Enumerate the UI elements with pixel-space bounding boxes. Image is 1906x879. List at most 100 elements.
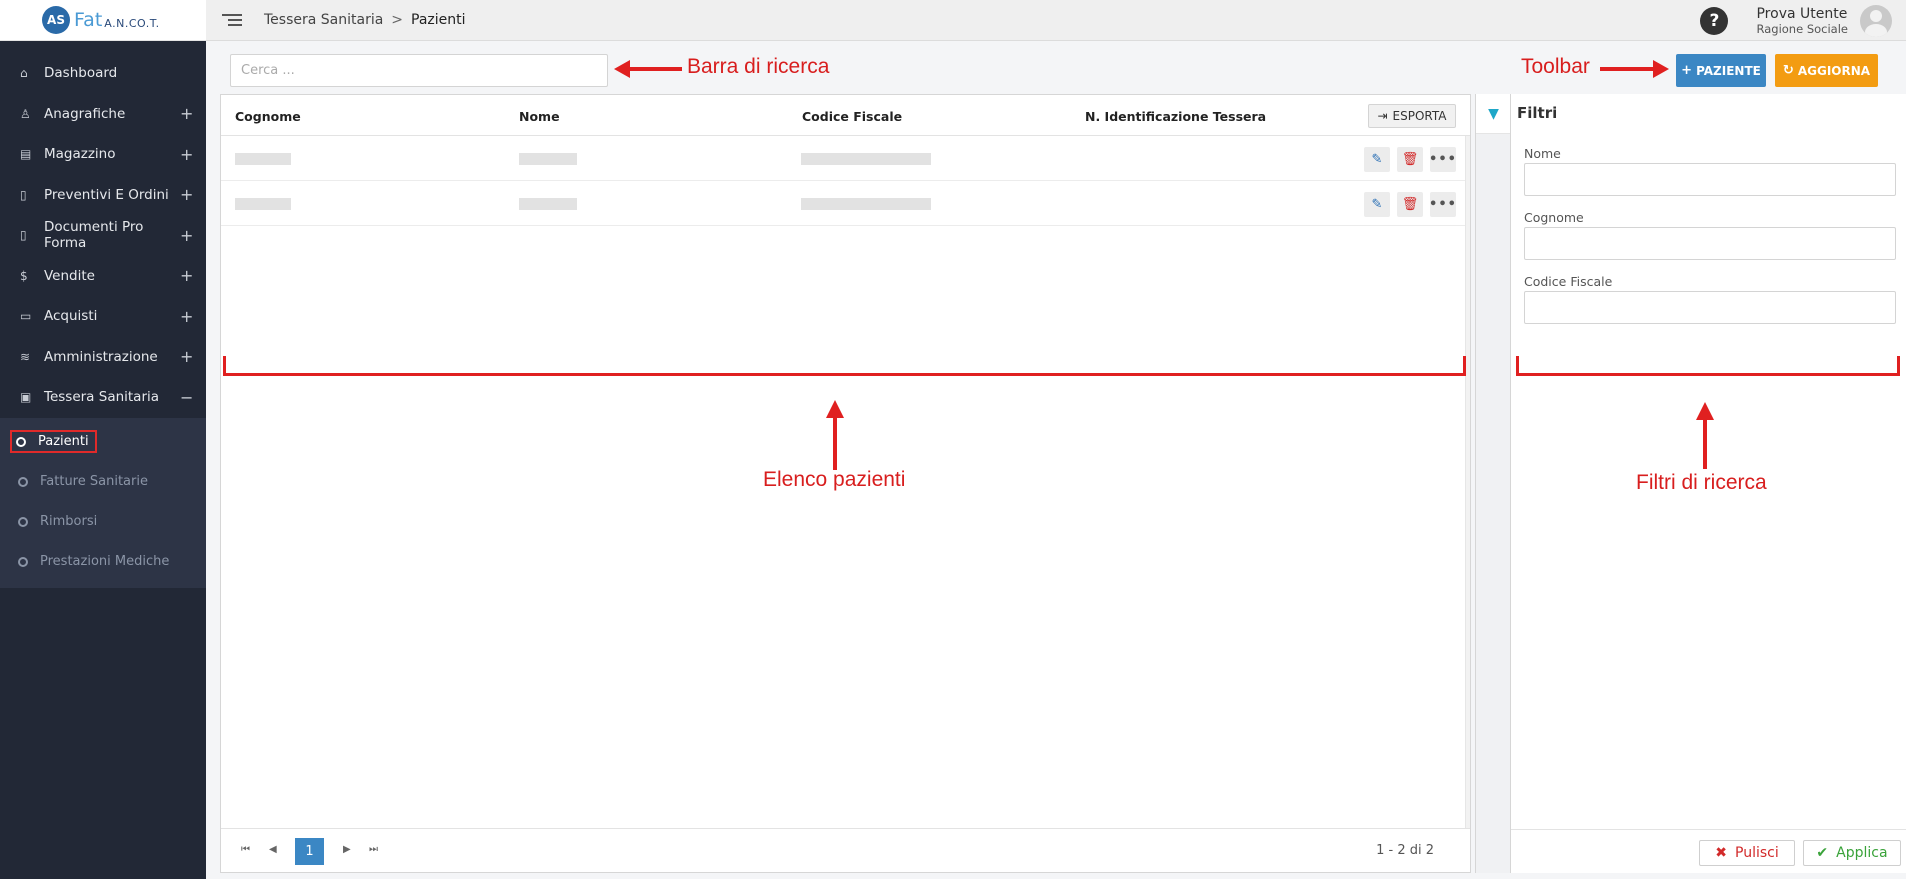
sidebar-item-magazzino[interactable]: ▤ Magazzino + bbox=[0, 134, 206, 175]
sidebar-subitem-label: Pazienti bbox=[38, 434, 89, 449]
filter-label-codice-fiscale: Codice Fiscale bbox=[1524, 274, 1613, 289]
sidebar-item-acquisti[interactable]: ▭ Acquisti + bbox=[0, 296, 206, 337]
circle-icon bbox=[18, 516, 28, 527]
circle-icon bbox=[16, 436, 26, 447]
clear-filters-button[interactable]: ✖ Pulisci bbox=[1699, 840, 1795, 866]
column-header-nome[interactable]: Nome bbox=[519, 109, 560, 124]
sidebar-menu: ⌂ Dashboard ♙ Anagrafiche + ▤ Magazzino … bbox=[0, 41, 206, 588]
table-scrollbar[interactable] bbox=[1465, 136, 1470, 828]
export-icon: ⇥ bbox=[1377, 109, 1388, 123]
user-name: Prova Utente bbox=[1756, 5, 1848, 22]
trash-icon[interactable]: 🗑 bbox=[1397, 192, 1423, 217]
cell-placeholder-cognome bbox=[235, 153, 291, 165]
apply-filters-button[interactable]: ✔ Applica bbox=[1803, 840, 1901, 866]
filter-label-cognome: Cognome bbox=[1524, 210, 1584, 225]
check-icon: ✔ bbox=[1816, 845, 1829, 861]
prev-page-icon[interactable]: ◀ bbox=[269, 844, 277, 855]
active-highlight-box: Pazienti bbox=[10, 430, 97, 453]
table-row[interactable]: ✎ 🗑 ••• bbox=[221, 181, 1470, 226]
avatar[interactable] bbox=[1860, 4, 1892, 37]
sidebar-item-tessera-sanitaria[interactable]: ▣ Tessera Sanitaria − bbox=[0, 377, 206, 418]
row-actions: ✎ 🗑 ••• bbox=[1364, 147, 1463, 172]
header-user-area: ? Prova Utente Ragione Sociale bbox=[1700, 0, 1892, 41]
sidebar-item-vendite[interactable]: $ Vendite + bbox=[0, 256, 206, 297]
sidebar-subitem-fatture-sanitarie[interactable]: Fatture Sanitarie bbox=[0, 462, 206, 502]
sidebar-item-label: Dashboard bbox=[44, 65, 118, 82]
page-number-current[interactable]: 1 bbox=[295, 838, 324, 865]
sidebar-item-label: Tessera Sanitaria bbox=[44, 389, 160, 406]
circle-icon bbox=[18, 556, 28, 567]
more-icon[interactable]: ••• bbox=[1429, 192, 1456, 217]
filter-title: Filtri bbox=[1517, 104, 1558, 122]
sidebar-item-amministrazione[interactable]: ≋ Amministrazione + bbox=[0, 337, 206, 378]
filter-icon[interactable]: ▼ bbox=[1476, 94, 1511, 134]
export-button[interactable]: ⇥ ESPORTA bbox=[1368, 104, 1456, 128]
breadcrumb-parent[interactable]: Tessera Sanitaria bbox=[264, 12, 383, 28]
annotation-arrow-list bbox=[826, 400, 844, 470]
sidebar-subitem-label: Rimborsi bbox=[40, 514, 98, 529]
sidebar-item-anagrafiche[interactable]: ♙ Anagrafiche + bbox=[0, 94, 206, 135]
breadcrumb-separator: > bbox=[391, 12, 404, 28]
sidebar-subitem-pazienti[interactable]: Pazienti bbox=[0, 422, 206, 462]
first-page-icon[interactable]: ⏮ bbox=[241, 844, 250, 855]
expand-icon: + bbox=[180, 225, 194, 245]
user-info[interactable]: Prova Utente Ragione Sociale bbox=[1756, 6, 1848, 36]
submenu-tessera-sanitaria: Pazienti Fatture Sanitarie Rimborsi Pres… bbox=[0, 417, 206, 588]
edit-icon[interactable]: ✎ bbox=[1364, 147, 1390, 172]
last-page-icon[interactable]: ⏭ bbox=[369, 844, 378, 855]
hamburger-menu-icon[interactable] bbox=[222, 11, 242, 29]
column-header-tessera[interactable]: N. Identificazione Tessera bbox=[1085, 109, 1266, 124]
logo[interactable]: AS Fat A.N.CO.T. bbox=[0, 0, 206, 41]
annotation-bracket-list bbox=[223, 356, 1466, 376]
sidebar-item-label: Anagrafiche bbox=[44, 105, 126, 122]
annotation-arrow-toolbar bbox=[1600, 60, 1669, 78]
collapse-icon: − bbox=[180, 387, 194, 407]
sidebar-subitem-label: Fatture Sanitarie bbox=[40, 474, 148, 489]
pagination-info: 1 - 2 di 2 bbox=[1376, 843, 1434, 858]
refresh-button[interactable]: ↻ AGGIORNA bbox=[1775, 54, 1878, 87]
help-icon[interactable]: ? bbox=[1700, 6, 1729, 35]
annotation-bracket-filters bbox=[1516, 356, 1900, 376]
column-header-cognome[interactable]: Cognome bbox=[235, 109, 301, 124]
row-actions: ✎ 🗑 ••• bbox=[1364, 192, 1463, 217]
expand-icon: + bbox=[180, 347, 194, 367]
search-input[interactable] bbox=[230, 54, 608, 87]
refresh-icon: ↻ bbox=[1782, 63, 1794, 78]
filter-label-nome: Nome bbox=[1524, 146, 1561, 161]
more-icon[interactable]: ••• bbox=[1429, 147, 1456, 172]
sidebar-subitem-prestazioni-mediche[interactable]: Prestazioni Mediche bbox=[0, 542, 206, 582]
user-icon: ♙ bbox=[20, 106, 31, 121]
table-row[interactable]: ✎ 🗑 ••• bbox=[221, 136, 1470, 181]
expand-icon: + bbox=[180, 185, 194, 205]
circle-icon bbox=[18, 476, 28, 487]
sidebar-item-label: Acquisti bbox=[44, 308, 98, 325]
breadcrumb-current: Pazienti bbox=[411, 12, 466, 28]
trash-icon[interactable]: 🗑 bbox=[1397, 147, 1423, 172]
add-paziente-label: PAZIENTE bbox=[1696, 63, 1761, 78]
sidebar-subitem-label: Prestazioni Mediche bbox=[40, 554, 170, 569]
credit-card-icon: ▭ bbox=[20, 309, 32, 324]
file-icon: ▯ bbox=[20, 228, 27, 243]
expand-icon: + bbox=[180, 266, 194, 286]
table-header: Cognome Nome Codice Fiscale N. Identific… bbox=[221, 95, 1470, 136]
sidebar-subitem-rimborsi[interactable]: Rimborsi bbox=[0, 502, 206, 542]
sidebar-item-preventivi[interactable]: ▯ Preventivi E Ordini + bbox=[0, 175, 206, 216]
sidebar-item-label: Magazzino bbox=[44, 146, 116, 163]
document-icon: ▯ bbox=[20, 187, 27, 202]
filter-nome-input[interactable] bbox=[1524, 163, 1896, 196]
next-page-icon[interactable]: ▶ bbox=[343, 844, 351, 855]
filter-codice-fiscale-input[interactable] bbox=[1524, 291, 1896, 324]
sidebar: AS Fat A.N.CO.T. ⌂ Dashboard ♙ Anagrafic… bbox=[0, 0, 206, 879]
sidebar-item-label: Preventivi E Ordini bbox=[44, 186, 169, 203]
pagination: ⏮ ◀ 1 ▶ ⏭ 1 - 2 di 2 bbox=[221, 828, 1470, 872]
sidebar-item-dashboard[interactable]: ⌂ Dashboard bbox=[0, 53, 206, 94]
user-company: Ragione Sociale bbox=[1756, 21, 1848, 36]
filter-tab-strip: ▼ bbox=[1475, 94, 1511, 873]
filter-cognome-input[interactable] bbox=[1524, 227, 1896, 260]
sidebar-item-proforma[interactable]: ▯ Documenti Pro Forma + bbox=[0, 215, 206, 256]
column-header-codice-fiscale[interactable]: Codice Fiscale bbox=[802, 109, 902, 124]
add-paziente-button[interactable]: + PAZIENTE bbox=[1676, 54, 1766, 87]
edit-icon[interactable]: ✎ bbox=[1364, 192, 1390, 217]
top-header: Tessera Sanitaria > Pazienti ? Prova Utent… bbox=[206, 0, 1906, 41]
sidebar-item-label: Amministrazione bbox=[44, 348, 158, 365]
